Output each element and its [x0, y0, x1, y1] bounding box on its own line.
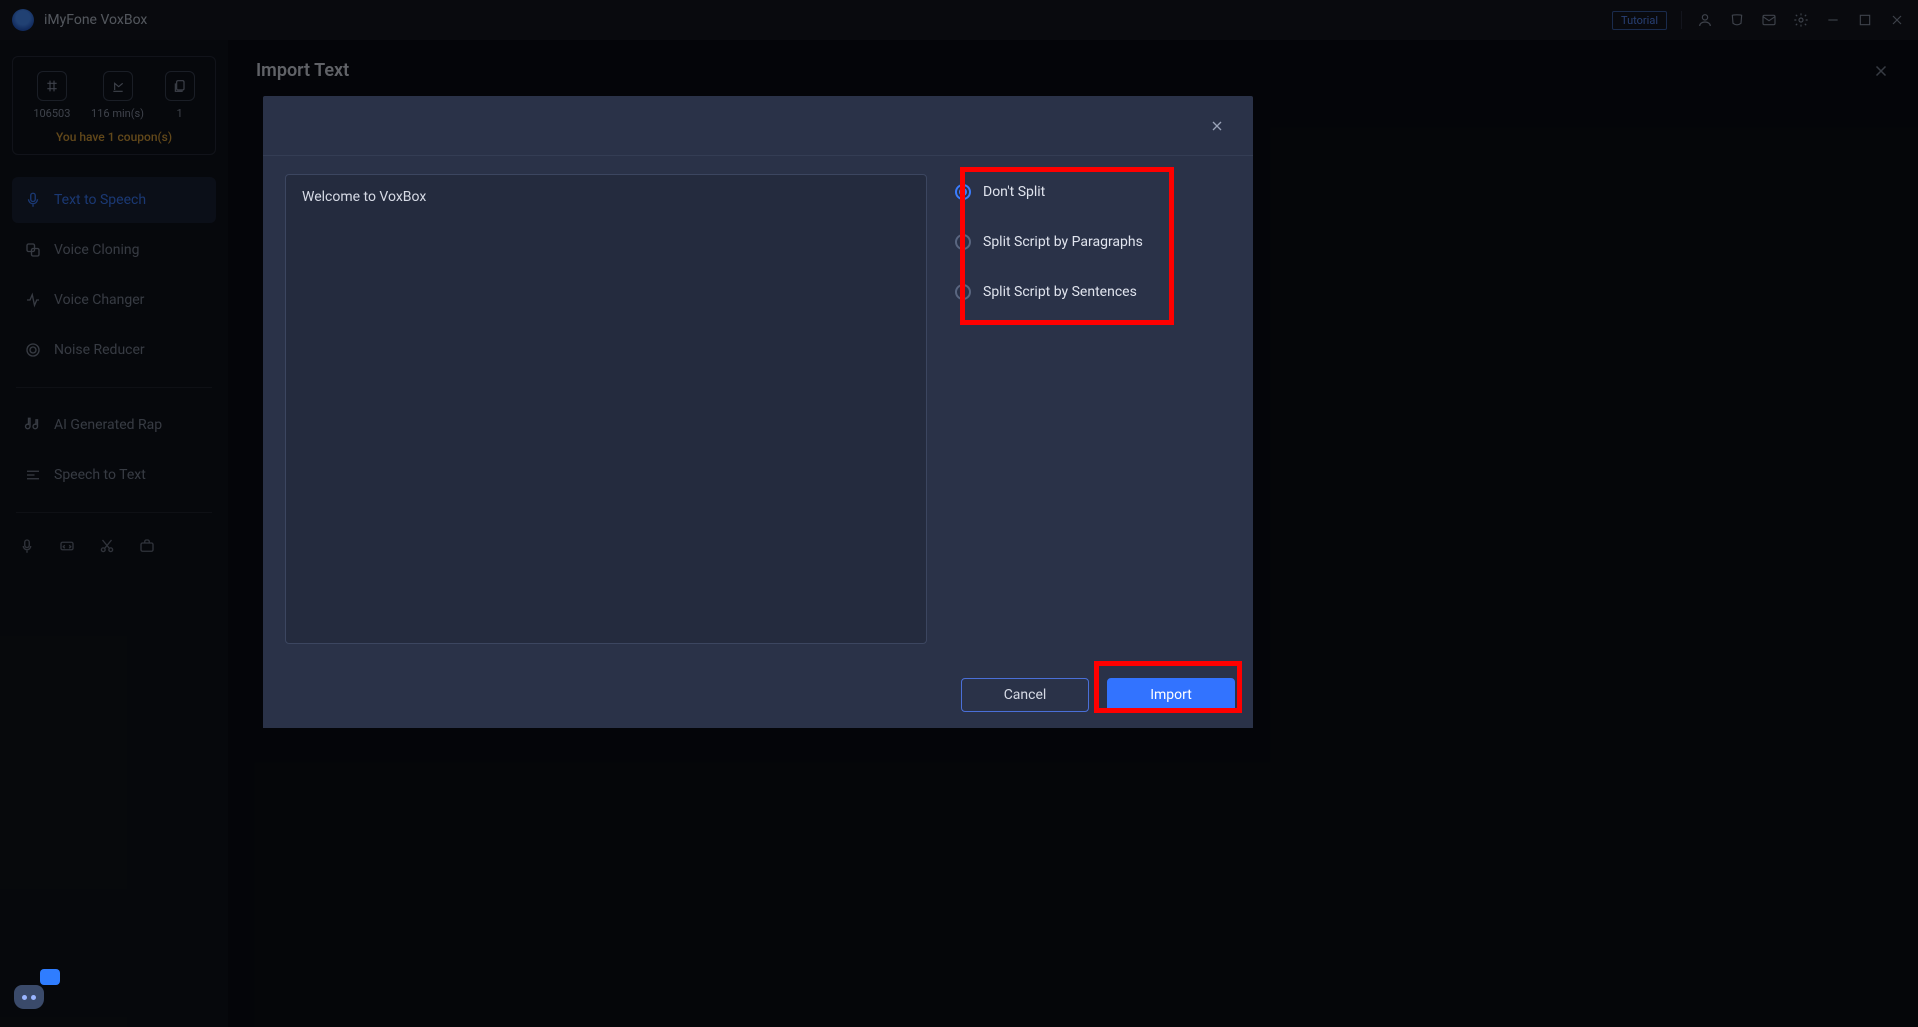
tutorial-button[interactable]: Tutorial [1612, 11, 1667, 30]
stat-files-value: 1 [177, 107, 183, 120]
stat-chars-value: 106503 [33, 107, 70, 120]
split-options: Don't Split Split Script by Paragraphs S… [945, 174, 1231, 644]
stat-minutes-value: 116 min(s) [91, 107, 144, 120]
sidebar-item-label: Voice Cloning [54, 242, 139, 258]
noise-icon [24, 341, 42, 359]
chatbot-bubble[interactable] [14, 975, 54, 1009]
radio-split-sentences[interactable]: Split Script by Sentences [955, 284, 1223, 300]
titlebar: iMyFone VoxBox Tutorial [0, 0, 1918, 40]
discord-icon[interactable] [1728, 11, 1746, 29]
radio-dont-split[interactable]: Don't Split [955, 184, 1223, 200]
radio-icon [955, 184, 971, 200]
close-icon[interactable] [1888, 11, 1906, 29]
mail-icon[interactable] [1760, 11, 1778, 29]
sidebar-item-stt[interactable]: Speech to Text [12, 452, 216, 498]
divider [1681, 11, 1682, 29]
bot-icon [14, 985, 44, 1009]
stat-files[interactable]: 1 [165, 71, 195, 120]
radio-split-paragraphs[interactable]: Split Script by Paragraphs [955, 234, 1223, 250]
user-icon[interactable] [1696, 11, 1714, 29]
app-logo-icon [12, 9, 34, 31]
tts-icon [24, 191, 42, 209]
modal-header [263, 96, 1253, 156]
sidebar-nav: Text to Speech Voice Cloning Voice Chang… [12, 177, 216, 565]
chat-icon [40, 969, 60, 985]
rap-icon [24, 416, 42, 434]
sidebar-item-label: Voice Changer [54, 292, 144, 308]
sidebar-item-cloning[interactable]: Voice Cloning [12, 227, 216, 273]
briefcase-icon[interactable] [138, 537, 156, 555]
app-title: iMyFone VoxBox [44, 12, 147, 28]
maximize-icon[interactable] [1856, 11, 1874, 29]
page-title: Import Text [256, 60, 349, 81]
radio-label: Split Script by Sentences [983, 284, 1137, 300]
import-button[interactable]: Import [1107, 678, 1235, 712]
cancel-button[interactable]: Cancel [961, 678, 1089, 712]
sidebar-item-rap[interactable]: AI Generated Rap [12, 402, 216, 448]
sidebar-item-label: AI Generated Rap [54, 417, 162, 433]
import-modal: Don't Split Split Script by Paragraphs S… [263, 96, 1253, 728]
radio-icon [955, 284, 971, 300]
sidebar: 106503 116 min(s) 1 You have 1 coupon(s)… [0, 40, 228, 1027]
radio-icon [955, 234, 971, 250]
convert-icon[interactable] [58, 537, 76, 555]
record-icon[interactable] [18, 537, 36, 555]
sidebar-item-noise[interactable]: Noise Reducer [12, 327, 216, 373]
settings-icon[interactable] [1792, 11, 1810, 29]
minimize-icon[interactable] [1824, 11, 1842, 29]
minutes-icon [103, 71, 133, 101]
radio-label: Split Script by Paragraphs [983, 234, 1143, 250]
stt-icon [24, 466, 42, 484]
changer-icon [24, 291, 42, 309]
radio-group: Don't Split Split Script by Paragraphs S… [945, 178, 1231, 314]
stats-box: 106503 116 min(s) 1 You have 1 coupon(s) [12, 56, 216, 155]
sidebar-item-label: Text to Speech [54, 192, 146, 208]
sidebar-item-tts[interactable]: Text to Speech [12, 177, 216, 223]
chars-icon [37, 71, 67, 101]
radio-label: Don't Split [983, 184, 1045, 200]
sidebar-item-changer[interactable]: Voice Changer [12, 277, 216, 323]
stat-chars[interactable]: 106503 [33, 71, 70, 120]
sidebar-item-label: Noise Reducer [54, 342, 145, 358]
tool-row [12, 527, 216, 565]
coupon-text[interactable]: You have 1 coupon(s) [23, 130, 205, 144]
nav-divider [16, 387, 212, 388]
sidebar-item-label: Speech to Text [54, 467, 146, 483]
nav-divider [16, 512, 212, 513]
cut-icon[interactable] [98, 537, 116, 555]
files-icon [165, 71, 195, 101]
page-close-icon[interactable] [1872, 62, 1890, 80]
import-text-area[interactable] [285, 174, 927, 644]
cloning-icon [24, 241, 42, 259]
modal-footer: Cancel Import [263, 662, 1253, 728]
modal-close-icon[interactable] [1209, 118, 1225, 134]
stat-minutes[interactable]: 116 min(s) [91, 71, 144, 120]
